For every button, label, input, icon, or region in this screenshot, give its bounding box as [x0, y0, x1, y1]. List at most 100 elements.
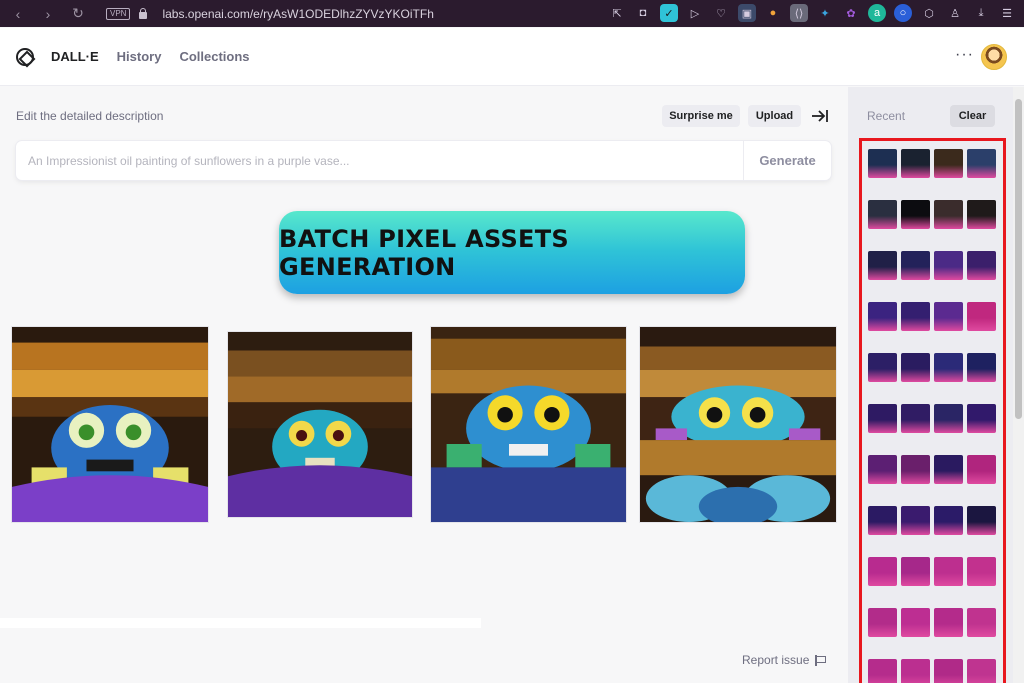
translate-icon[interactable]: ▣ — [738, 4, 756, 22]
clear-history-button[interactable]: Clear — [950, 105, 995, 127]
recent-thumbnail[interactable] — [934, 506, 963, 535]
nav-collections[interactable]: Collections — [179, 49, 249, 64]
prompt-field: Generate — [16, 141, 831, 180]
recent-thumbnail[interactable] — [967, 608, 996, 637]
recent-thumbnail[interactable] — [934, 659, 963, 683]
recent-thumbnail[interactable] — [901, 149, 930, 178]
recent-thumbnail[interactable] — [901, 608, 930, 637]
recent-thumbnail[interactable] — [868, 353, 897, 382]
pixel-monster-illustration — [12, 327, 208, 522]
result-image-3[interactable] — [431, 327, 626, 522]
recent-thumbnail[interactable] — [901, 557, 930, 586]
recent-thumbnail[interactable] — [901, 353, 930, 382]
report-issue-link[interactable]: Report issue — [742, 653, 826, 667]
circle-icon[interactable]: ○ — [894, 4, 912, 22]
lock-icon — [138, 8, 148, 19]
recent-thumbnail[interactable] — [967, 302, 996, 331]
avatar[interactable] — [981, 44, 1007, 70]
extensions-bar: ⇱ ◘ ✓ ▷ ♡ ▣ ● ⟨⟩ ✦ ✿ a ○ ⬡ ♙ ⤓ ☰ — [608, 4, 1016, 22]
recent-thumbnail[interactable] — [868, 557, 897, 586]
prompt-input[interactable] — [16, 141, 743, 180]
recent-thumbnail[interactable] — [934, 455, 963, 484]
share-icon[interactable]: ⇱ — [608, 4, 626, 22]
browser-toolbar: ‹ › ↻ VPN labs.openai.com/e/ryAsW1ODEDlh… — [0, 0, 1024, 27]
title-banner: BATCH PIXEL ASSETS GENERATION — [279, 211, 745, 294]
forward-icon[interactable]: › — [40, 6, 56, 22]
recent-thumbnail[interactable] — [934, 251, 963, 280]
puzzle-icon[interactable]: ✦ — [816, 4, 834, 22]
recent-thumbnail[interactable] — [967, 506, 996, 535]
brand-name[interactable]: DALL·E — [51, 49, 99, 64]
more-options-icon[interactable]: ··· — [955, 46, 974, 64]
a-icon[interactable]: a — [868, 4, 886, 22]
upload-button[interactable]: Upload — [748, 105, 801, 127]
recent-thumbnail[interactable] — [901, 506, 930, 535]
pixel-monster-illustration — [640, 327, 836, 522]
nav-history[interactable]: History — [117, 49, 162, 64]
recent-thumbnail[interactable] — [868, 200, 897, 229]
app-header: DALL·E History Collections ··· — [0, 28, 1024, 86]
openai-logo-icon[interactable] — [16, 47, 34, 66]
recent-thumbnail[interactable] — [868, 251, 897, 280]
recent-thumbnail[interactable] — [868, 302, 897, 331]
pixel-monster-illustration — [431, 327, 626, 522]
history-sidebar: Recent Clear — [848, 87, 1013, 683]
recent-thumbnail[interactable] — [868, 149, 897, 178]
profile-icon[interactable]: ♙ — [946, 4, 964, 22]
recent-thumbnail[interactable] — [967, 200, 996, 229]
recent-thumbnail[interactable] — [901, 659, 930, 683]
cube-icon[interactable]: ⬡ — [920, 4, 938, 22]
recent-thumbnail[interactable] — [868, 506, 897, 535]
recent-thumbnail[interactable] — [901, 251, 930, 280]
recent-thumbnail[interactable] — [967, 353, 996, 382]
recent-thumbnail[interactable] — [934, 302, 963, 331]
result-image-4[interactable] — [640, 327, 836, 522]
result-image-1[interactable] — [12, 327, 208, 522]
recent-thumbnail[interactable] — [934, 353, 963, 382]
banner-text: BATCH PIXEL ASSETS GENERATION — [279, 224, 570, 281]
recent-thumbnail[interactable] — [901, 455, 930, 484]
scrollbar-thumb[interactable] — [1015, 99, 1022, 419]
recent-thumbnail[interactable] — [934, 404, 963, 433]
collapse-sidebar-icon[interactable] — [811, 108, 829, 124]
recent-thumbnail[interactable] — [967, 659, 996, 683]
flag-icon — [815, 654, 826, 666]
prompt-label: Edit the detailed description — [16, 109, 164, 123]
send-icon[interactable]: ▷ — [686, 4, 704, 22]
recent-thumbnail[interactable] — [934, 200, 963, 229]
recent-thumbnail[interactable] — [868, 659, 897, 683]
page-scrollbar[interactable] — [1013, 87, 1024, 683]
download-icon[interactable]: ⤓ — [972, 4, 990, 22]
heart-icon[interactable]: ♡ — [712, 4, 730, 22]
vpn-badge[interactable]: VPN — [106, 7, 131, 20]
code-icon[interactable]: ⟨⟩ — [790, 4, 808, 22]
reload-icon[interactable]: ↻ — [70, 5, 86, 22]
back-icon[interactable]: ‹ — [10, 6, 26, 22]
recent-thumbnail[interactable] — [967, 455, 996, 484]
shield-icon[interactable]: ✓ — [660, 4, 678, 22]
recent-thumbnail[interactable] — [901, 200, 930, 229]
generate-button[interactable]: Generate — [743, 141, 831, 180]
recent-thumbnail[interactable] — [934, 149, 963, 178]
settings-icon[interactable]: ☰ — [998, 4, 1016, 22]
sidebar-title: Recent — [867, 109, 906, 123]
recent-thumbnail[interactable] — [934, 557, 963, 586]
recent-thumbnail[interactable] — [967, 251, 996, 280]
medal-icon[interactable]: ● — [764, 4, 782, 22]
surprise-me-button[interactable]: Surprise me — [662, 105, 740, 127]
recent-thumbnail[interactable] — [868, 608, 897, 637]
camera-icon[interactable]: ◘ — [634, 4, 652, 22]
address-bar[interactable]: labs.openai.com/e/ryAsW1ODEDlhzZYVzYKOiT… — [162, 7, 433, 21]
recent-thumbnail[interactable] — [934, 608, 963, 637]
result-image-2[interactable] — [228, 332, 412, 517]
recent-thumbnail[interactable] — [868, 404, 897, 433]
recent-thumbnail[interactable] — [967, 557, 996, 586]
paw-icon[interactable]: ✿ — [842, 4, 860, 22]
pixel-monster-illustration — [228, 332, 412, 517]
divider — [0, 618, 481, 628]
recent-thumbnail[interactable] — [967, 404, 996, 433]
recent-thumbnail[interactable] — [868, 455, 897, 484]
recent-thumbnail[interactable] — [901, 302, 930, 331]
recent-thumbnail[interactable] — [901, 404, 930, 433]
recent-thumbnail[interactable] — [967, 149, 996, 178]
